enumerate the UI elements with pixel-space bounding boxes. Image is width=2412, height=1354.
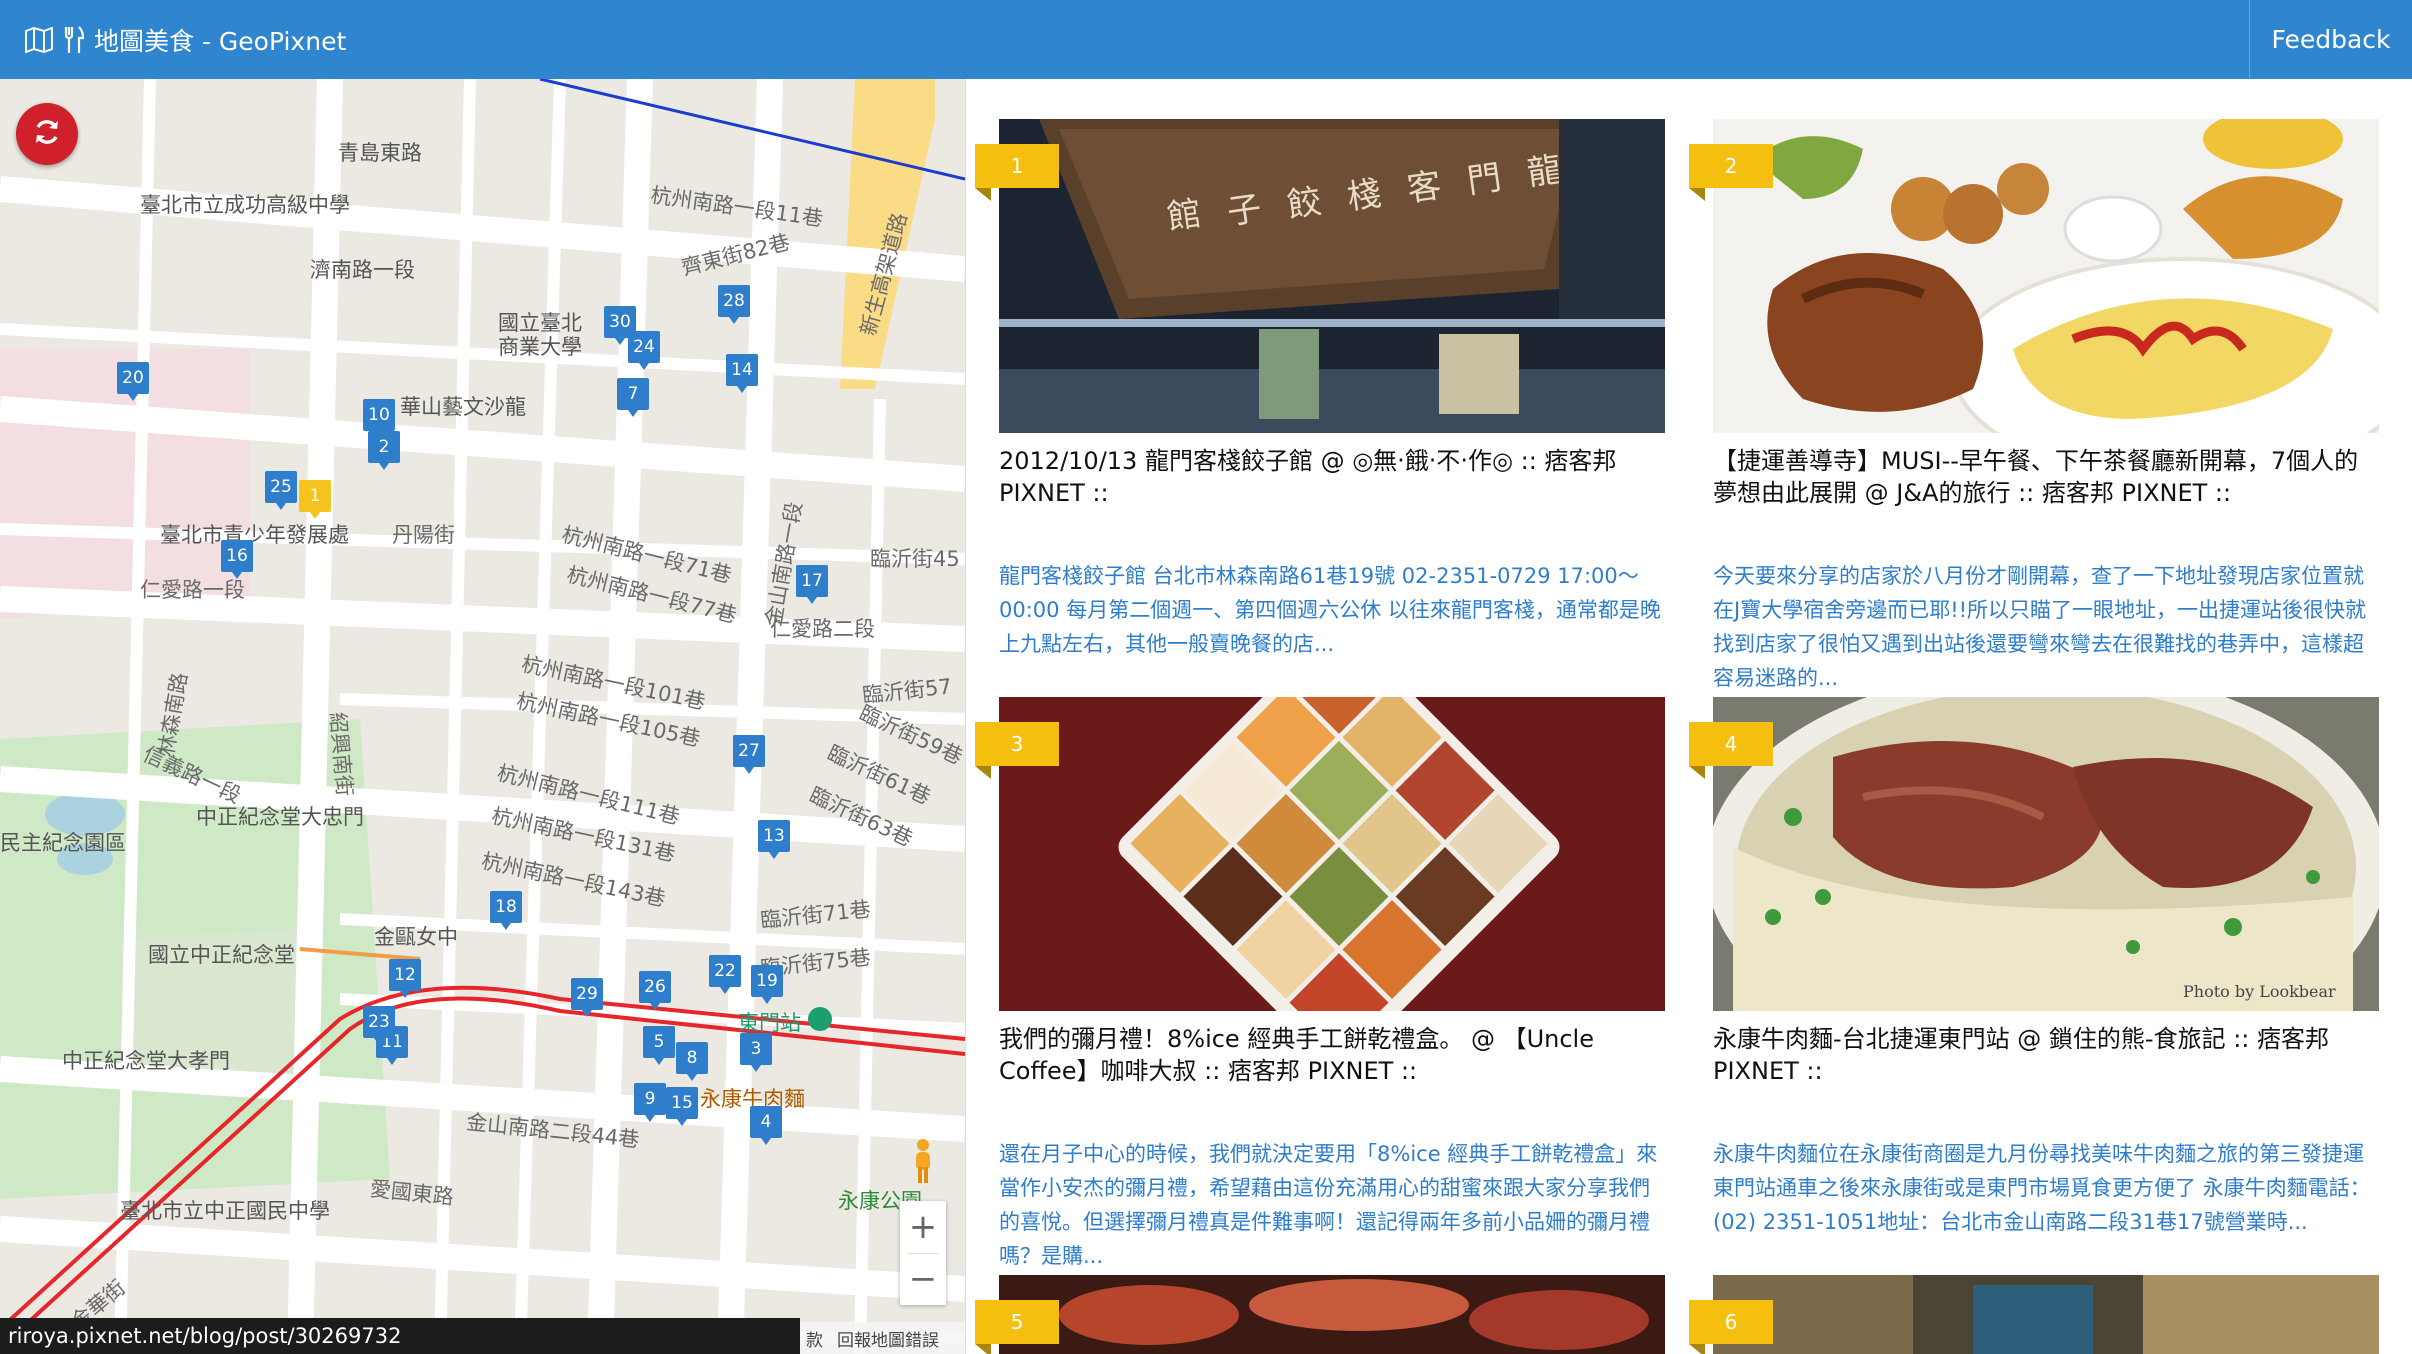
map-label: 中正紀念堂大孝門 [62, 1049, 230, 1073]
map-marker[interactable]: 4 [750, 1106, 782, 1145]
post-photo[interactable]: 館 子 餃 棧 客 門 龍 [999, 119, 1665, 433]
post-card[interactable]: 5 [975, 1275, 1665, 1354]
cutlery-icon [64, 25, 84, 54]
post-photo[interactable]: Photo by Lookbear [1713, 697, 2379, 1011]
map-marker[interactable]: 2 [368, 431, 400, 470]
feedback-button[interactable]: Feedback [2249, 0, 2412, 79]
rank-badge: 1 [975, 144, 1059, 201]
map-label: 國立中正紀念堂 [148, 943, 295, 967]
post-card[interactable]: 6 [1689, 1275, 2379, 1354]
map-marker[interactable]: 28 [718, 285, 750, 324]
svg-text:棧: 棧 [1345, 174, 1384, 218]
map-label: 青島東路 [338, 141, 422, 165]
map-label: 仁愛路一段 [140, 578, 245, 602]
map-streets [0, 79, 965, 1354]
svg-text:龍: 龍 [1525, 150, 1564, 194]
app-title: 地圖美食 - GeoPixnet [94, 26, 347, 56]
map-marker[interactable]: 1 [299, 480, 331, 519]
photo-watermark: Photo by Lookbear [2183, 982, 2336, 1001]
svg-text:餃: 餃 [1285, 182, 1324, 226]
map-label: 國立臺北商業大學 [498, 311, 582, 359]
map-label: 臺北市立中正國民中學 [120, 1199, 330, 1223]
map-label: 丹陽街 [392, 523, 455, 547]
map-marker[interactable]: 18 [490, 891, 522, 930]
map-icon [24, 26, 54, 53]
svg-text:館: 館 [1165, 194, 1204, 238]
map-marker[interactable]: 3 [740, 1033, 772, 1072]
map-label: 中正紀念堂大忠門 [196, 805, 364, 829]
map-label: 華山藝文沙龍 [400, 395, 526, 419]
map-label: 臺北市立成功高級中學 [140, 193, 350, 217]
zoom-divider [908, 1253, 938, 1254]
top-bar: 地圖美食 - GeoPixnet Feedback [0, 0, 2412, 79]
post-excerpt: 還在月子中心的時候，我們就決定要用「8%ice 經典手工餅乾禮盒」來當作小安杰的… [999, 1142, 1658, 1268]
map-label: 臺北市青少年發展處 [160, 523, 349, 547]
refresh-icon [32, 117, 62, 151]
map-marker[interactable]: 25 [265, 471, 297, 510]
map-label: 臨沂街45 [870, 547, 960, 571]
map-marker[interactable]: 9 [634, 1083, 666, 1122]
svg-text:客: 客 [1405, 166, 1444, 210]
brand[interactable]: 地圖美食 - GeoPixnet [24, 0, 346, 79]
map-marker[interactable]: 10 [363, 399, 395, 438]
svg-text:門: 門 [1465, 158, 1504, 202]
map-marker[interactable]: 20 [117, 362, 149, 401]
map-marker[interactable]: 15 [666, 1087, 698, 1126]
map-marker[interactable]: 12 [389, 959, 421, 998]
post-photo[interactable] [1713, 1275, 2379, 1354]
post-card[interactable]: 2 【捷運善導寺】MUSI--早午餐、下午茶餐廳新開幕，7個人的夢想由此展開 @… [1689, 119, 2379, 690]
map-panel[interactable]: 青島東路 臺北市立成功高級中學 濟南路一段 杭州南路一段11巷 齊東街82巷 新… [0, 79, 965, 1354]
post-excerpt: 今天要來分享的店家於八月份才剛開幕，查了一下地址發現店家位置就在J寶大學宿舍旁邊… [1713, 564, 2367, 690]
map-marker[interactable]: 22 [709, 955, 741, 994]
report-map-error-link[interactable]: 回報地圖錯誤 [837, 1326, 939, 1351]
post-title[interactable]: 【捷運善導寺】MUSI--早午餐、下午茶餐廳新開幕，7個人的夢想由此展開 @ J… [1713, 445, 2379, 509]
map-label: 民主紀念園區 [0, 831, 126, 855]
svg-text:子: 子 [1225, 189, 1264, 233]
refresh-button[interactable] [16, 103, 78, 165]
map-terms-link[interactable]: 款 [806, 1326, 823, 1351]
post-photo[interactable] [1713, 119, 2379, 433]
post-card[interactable]: 3 我們的彌月禮！8%ice 經典手工餅乾禮盒。 @ 【Uncle Coffee… [975, 697, 1665, 1268]
rank-badge: 2 [1689, 144, 1773, 201]
street-view-pegman-icon[interactable] [905, 1137, 941, 1187]
post-photo[interactable] [999, 697, 1665, 1011]
map-marker[interactable]: 13 [758, 820, 790, 859]
map-marker[interactable]: 30 [604, 306, 636, 345]
post-title[interactable]: 2012/10/13 龍門客棧餃子館 @ ◎無‧餓‧不‧作◎ :: 痞客邦 PI… [999, 445, 1665, 509]
map-marker[interactable]: 23 [363, 1006, 395, 1045]
map-footer: 款 回報地圖錯誤 [800, 1322, 965, 1354]
post-photo[interactable] [999, 1275, 1665, 1354]
post-title[interactable]: 我們的彌月禮！8%ice 經典手工餅乾禮盒。 @ 【Uncle Coffee】咖… [999, 1023, 1665, 1087]
map-marker[interactable]: 8 [676, 1042, 708, 1081]
post-excerpt: 永康牛肉麵位在永康街商圈是九月份尋找美味牛肉麵之旅的第三發捷運東門站通車之後來永… [1713, 1142, 2371, 1234]
zoom-in-button[interactable]: + [900, 1201, 946, 1253]
map-marker[interactable]: 19 [751, 965, 783, 1004]
post-card[interactable]: 1 館 子 餃 棧 客 門 龍 2012/10/13 龍門客棧餃子館 @ ◎無‧… [975, 119, 1665, 679]
map-marker[interactable]: 27 [733, 735, 765, 774]
map-label: 金甌女中 [374, 925, 458, 949]
zoom-out-button[interactable]: − [900, 1253, 946, 1305]
map-marker[interactable]: 5 [643, 1026, 675, 1065]
map-marker[interactable]: 17 [796, 565, 828, 604]
rank-badge: 5 [975, 1300, 1059, 1354]
post-title[interactable]: 永康牛肉麵-台北捷運東門站 @ 鎖住的熊-食旅記 :: 痞客邦 PIXNET :… [1713, 1023, 2379, 1087]
map-marker[interactable]: 14 [726, 354, 758, 393]
map-marker[interactable]: 29 [571, 978, 603, 1017]
status-bar-url: riroya.pixnet.net/blog/post/30269732 [0, 1318, 800, 1354]
rank-badge: 6 [1689, 1300, 1773, 1354]
post-card[interactable]: 4 Photo by Lookbear 永康牛肉麵-台北捷運東門站 @ 鎖住的熊… [1689, 697, 2379, 1257]
map-marker[interactable]: 16 [221, 540, 253, 579]
rank-badge: 4 [1689, 722, 1773, 779]
map-marker[interactable]: 7 [617, 378, 649, 417]
map-marker[interactable]: 26 [639, 971, 671, 1010]
post-grid: 1 館 子 餃 棧 客 門 龍 2012/10/13 龍門客棧餃子館 @ ◎無‧… [966, 79, 2412, 1354]
rank-badge: 3 [975, 722, 1059, 779]
zoom-controls: + − [900, 1201, 946, 1305]
map-label: 濟南路一段 [310, 258, 415, 282]
post-excerpt: 龍門客棧餃子館 台北市林森南路61巷19號 02-2351-0729 17:00… [999, 564, 1661, 656]
